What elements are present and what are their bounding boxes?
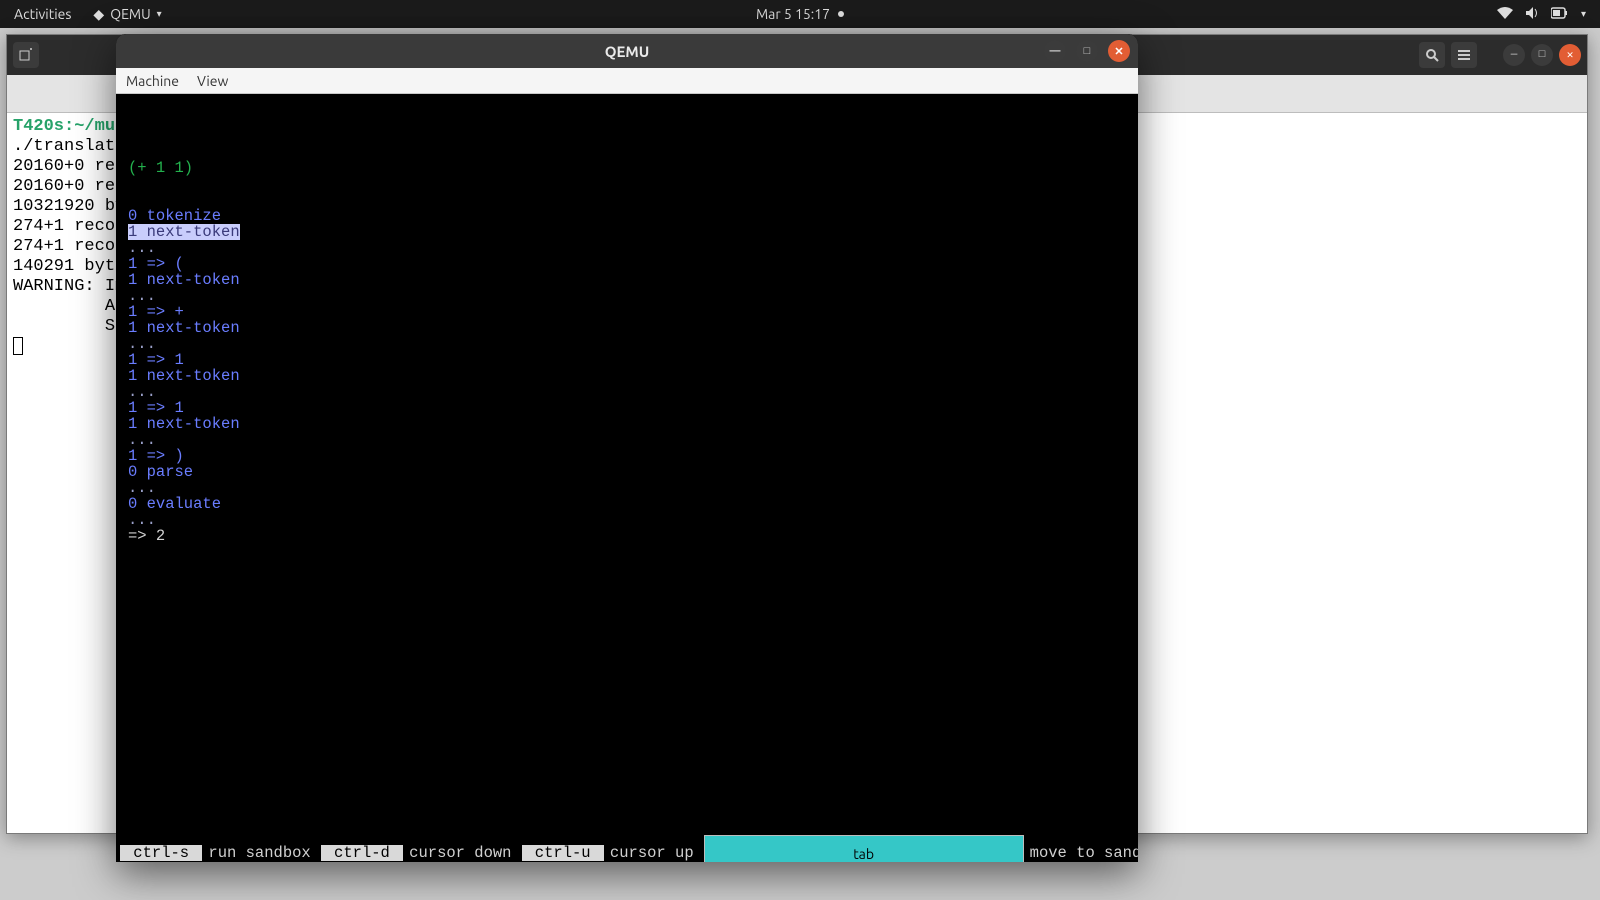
trace-line: ...	[128, 336, 1126, 352]
qemu-window: QEMU — □ ✕ Machine View (+ 1 1) 0 tokeni…	[116, 34, 1138, 862]
keyhint-key: tab	[704, 835, 1024, 862]
gnome-topbar: Activities ◆ QEMU ▾ Mar 5 15:17 ▾	[0, 0, 1600, 28]
repl-trace: 0 tokenize1 next-token...1 => (1 next-to…	[128, 208, 1126, 544]
qemu-menubar: Machine View	[116, 68, 1138, 94]
trace-line: ...	[128, 288, 1126, 304]
trace-line: ...	[128, 432, 1126, 448]
qemu-maximize-button[interactable]: □	[1076, 40, 1098, 62]
trace-line: 0 parse	[128, 464, 1126, 480]
trace-line: 1 => +	[128, 304, 1126, 320]
chevron-down-icon: ▾	[157, 8, 162, 20]
new-tab-button[interactable]	[13, 42, 39, 68]
wifi-icon	[1497, 6, 1513, 22]
qemu-title: QEMU	[605, 43, 650, 60]
keyhint-key: ctrl-d	[321, 845, 403, 861]
trace-line: 0 tokenize	[128, 208, 1126, 224]
qemu-close-button[interactable]: ✕	[1108, 40, 1130, 62]
trace-line: ...	[128, 240, 1126, 256]
repl-input-line: (+ 1 1)	[128, 160, 1126, 176]
keyhint-label: move to sandbox	[1024, 845, 1138, 861]
trace-line: 1 next-token	[128, 224, 1126, 240]
trace-line: 0 evaluate	[128, 496, 1126, 512]
keyhint-label: cursor down	[403, 845, 521, 861]
terminal-cursor	[13, 337, 23, 355]
trace-line: 1 next-token	[128, 272, 1126, 288]
qemu-app-icon: ◆	[93, 6, 104, 23]
menu-machine[interactable]: Machine	[126, 73, 179, 89]
battery-icon	[1551, 6, 1569, 22]
volume-icon	[1525, 6, 1539, 23]
maximize-button[interactable]: □	[1531, 44, 1553, 66]
qemu-framebuffer[interactable]: (+ 1 1) 0 tokenize1 next-token...1 => (1…	[116, 94, 1138, 862]
keyhint-key: ctrl-s	[120, 845, 202, 861]
trace-line: ...	[128, 480, 1126, 496]
keyhint-label: cursor up	[604, 845, 704, 861]
trace-line: 1 => (	[128, 256, 1126, 272]
trace-line: 1 next-token	[128, 320, 1126, 336]
notification-dot-icon	[838, 11, 844, 17]
trace-line: 1 => )	[128, 448, 1126, 464]
trace-line: 1 => 1	[128, 400, 1126, 416]
status-area[interactable]: ▾	[1483, 6, 1600, 23]
search-button[interactable]	[1419, 42, 1445, 68]
qemu-titlebar: QEMU — □ ✕	[116, 34, 1138, 68]
trace-line: 1 => 1	[128, 352, 1126, 368]
app-menu[interactable]: ◆ QEMU ▾	[85, 6, 169, 23]
trace-line: ...	[128, 384, 1126, 400]
close-button[interactable]: ✕	[1559, 44, 1581, 66]
trace-line: => 2	[128, 528, 1126, 544]
chevron-down-icon: ▾	[1581, 8, 1586, 20]
keyhint-key: ctrl-u	[522, 845, 604, 861]
keyhint-label: run sandbox	[202, 845, 320, 861]
qemu-minimize-button[interactable]: —	[1044, 40, 1066, 62]
clock-text: Mar 5 15:17	[756, 6, 830, 22]
clock[interactable]: Mar 5 15:17	[756, 6, 844, 22]
menu-view[interactable]: View	[197, 73, 228, 89]
hamburger-menu-button[interactable]	[1451, 42, 1477, 68]
trace-line: ...	[128, 512, 1126, 528]
keybinding-bar: ctrl-s run sandbox ctrl-d cursor down ct…	[116, 844, 1138, 862]
activities-button[interactable]: Activities	[0, 6, 85, 22]
trace-line: 1 next-token	[128, 416, 1126, 432]
app-menu-label: QEMU	[110, 6, 150, 22]
trace-line: 1 next-token	[128, 368, 1126, 384]
minimize-button[interactable]: —	[1503, 44, 1525, 66]
